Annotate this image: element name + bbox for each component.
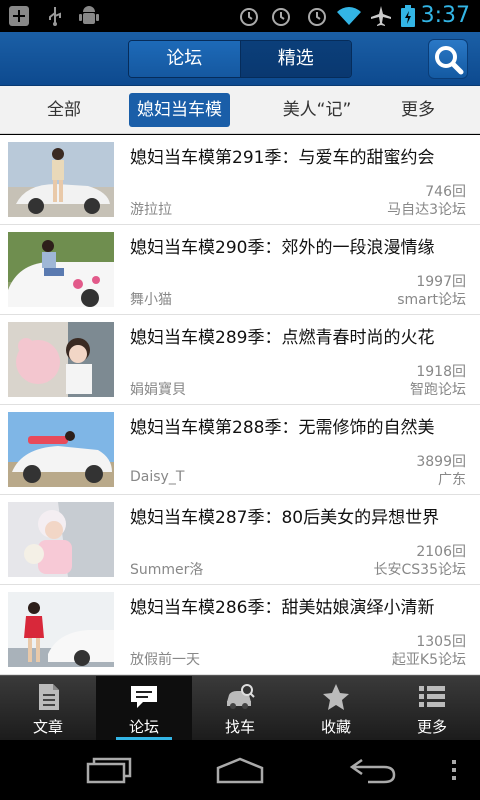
- battery-icon: [401, 5, 415, 27]
- reply-count: 1997回: [416, 274, 466, 290]
- post-forum: 长安CS35论坛: [373, 562, 466, 578]
- tab-label: 论坛: [128, 718, 159, 736]
- post-title: 媳妇当车模290季：郊外的一段浪漫情缘: [130, 238, 435, 258]
- reply-count: 3899回: [416, 454, 466, 470]
- tab-find-car[interactable]: 找车: [192, 676, 288, 741]
- home-icon[interactable]: [215, 754, 265, 786]
- post-thumbnail: [8, 502, 114, 577]
- recent-apps-icon[interactable]: [84, 754, 134, 786]
- category-beauty-notes[interactable]: 美人“记”: [268, 86, 366, 134]
- post-author: 游拉拉: [130, 202, 172, 218]
- system-nav-bar: [0, 740, 480, 800]
- post-author: 娟娟寶貝: [130, 382, 186, 398]
- post-forum: 智跑论坛: [410, 382, 466, 398]
- post-forum: 广东: [438, 472, 466, 488]
- reply-count: 1918回: [416, 364, 466, 380]
- post-thumbnail: [8, 592, 114, 667]
- search-icon: [435, 46, 464, 75]
- tab-label: 更多: [416, 718, 447, 736]
- tab-label: 文章: [32, 718, 63, 736]
- post-author: 舞小猫: [130, 292, 172, 308]
- tab-forum[interactable]: 论坛: [96, 676, 192, 741]
- category-tabs: 全部 媳妇当车模 美人“记” 更多: [0, 86, 480, 134]
- alarm-icon: [308, 8, 326, 26]
- post-author: 放假前一天: [130, 652, 200, 668]
- search-button[interactable]: [428, 39, 468, 79]
- alarm-icon: [272, 8, 290, 26]
- top-header: 论坛 精选: [0, 32, 480, 86]
- tab-label: 收藏: [320, 718, 351, 736]
- tab-more[interactable]: 更多: [384, 676, 480, 741]
- tab-label: 找车: [224, 718, 255, 736]
- post-title: 媳妇当车模289季：点燃青春时尚的火花: [130, 328, 435, 348]
- list-item[interactable]: 媳妇当车模289季：点燃青春时尚的火花 1918回 娟娟寶貝 智跑论坛: [0, 315, 480, 405]
- star-icon: [323, 684, 349, 710]
- post-author: Summer洛: [130, 562, 204, 578]
- post-forum: 起亚K5论坛: [391, 652, 466, 668]
- add-notification-icon: [9, 6, 29, 26]
- post-forum: smart论坛: [397, 292, 466, 308]
- post-title: 媳妇当车模第291季：与爱车的甜蜜约会: [130, 148, 435, 168]
- category-wife-car-model[interactable]: 媳妇当车模: [129, 93, 230, 127]
- usb-icon: [49, 7, 61, 26]
- post-title: 媳妇当车模286季：甜美姑娘演绎小清新: [130, 598, 435, 618]
- alarm-icon: [240, 8, 258, 26]
- tab-article[interactable]: 文章: [0, 676, 96, 741]
- tab-favorites[interactable]: 收藏: [288, 676, 384, 741]
- list-item[interactable]: 媳妇当车模第291季：与爱车的甜蜜约会 746回 游拉拉 马自达3论坛: [0, 135, 480, 225]
- category-all[interactable]: 全部: [36, 86, 92, 134]
- category-more[interactable]: 更多: [390, 86, 446, 134]
- forum-chat-icon: [131, 686, 157, 708]
- list-item[interactable]: 媳妇当车模286季：甜美姑娘演绎小清新 1305回 放假前一天 起亚K5论坛: [0, 585, 480, 675]
- reply-count: 1305回: [416, 634, 466, 650]
- wifi-icon: [337, 7, 361, 25]
- overflow-menu-icon[interactable]: [444, 754, 464, 786]
- post-thumbnail: [8, 142, 114, 217]
- post-forum: 马自达3论坛: [387, 202, 466, 218]
- android-debug-icon: [79, 6, 99, 24]
- article-icon: [39, 684, 59, 710]
- list-item[interactable]: 媳妇当车模第288季：无需修饰的自然美 3899回 Daisy_T 广东: [0, 405, 480, 495]
- more-list-icon: [419, 686, 445, 707]
- post-list: 媳妇当车模第291季：与爱车的甜蜜约会 746回 游拉拉 马自达3论坛 媳妇当车…: [0, 135, 480, 675]
- list-item[interactable]: 媳妇当车模290季：郊外的一段浪漫情缘 1997回 舞小猫 smart论坛: [0, 225, 480, 315]
- list-item[interactable]: 媳妇当车模287季：80后美女的异想世界 2106回 Summer洛 长安CS3…: [0, 495, 480, 585]
- segmented-control: 论坛 精选: [128, 40, 352, 78]
- bottom-tab-bar: 文章 论坛 找车 收藏 更多: [0, 675, 480, 741]
- segment-featured[interactable]: 精选: [240, 41, 351, 77]
- clock-time: 3:37: [420, 3, 470, 28]
- post-thumbnail: [8, 322, 114, 397]
- airplane-icon: [371, 6, 391, 26]
- back-icon[interactable]: [348, 754, 398, 786]
- post-title: 媳妇当车模287季：80后美女的异想世界: [130, 508, 440, 528]
- post-thumbnail: [8, 232, 114, 307]
- find-car-icon: [227, 684, 255, 709]
- segment-forum[interactable]: 论坛: [129, 41, 241, 77]
- post-title: 媳妇当车模第288季：无需修饰的自然美: [130, 418, 435, 438]
- post-thumbnail: [8, 412, 114, 487]
- post-author: Daisy_T: [130, 469, 185, 485]
- status-bar: 3:37: [0, 0, 480, 32]
- reply-count: 2106回: [416, 544, 466, 560]
- reply-count: 746回: [425, 184, 466, 200]
